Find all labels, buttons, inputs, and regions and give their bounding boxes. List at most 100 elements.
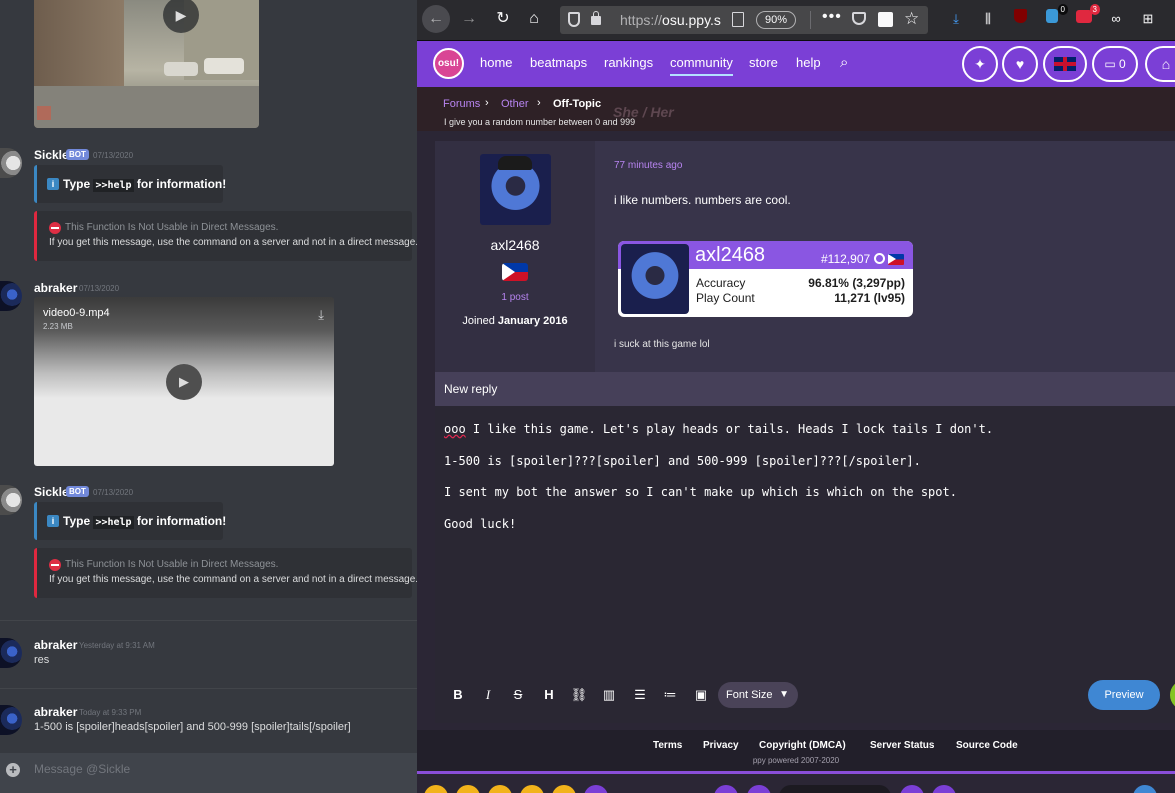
zoom-level[interactable]: 90% — [756, 11, 796, 29]
ordered-list-icon[interactable]: ☰ — [631, 686, 649, 704]
bottom-pill[interactable] — [779, 785, 891, 793]
url-bar[interactable]: https://osu.ppy.s 90% ••• ☆ — [560, 6, 928, 34]
nav-beatmaps[interactable]: beatmaps — [530, 55, 587, 70]
extensions-grid-icon[interactable]: ⊞ — [1137, 8, 1159, 30]
message-text: res — [34, 654, 50, 666]
avatar[interactable] — [0, 485, 22, 515]
reader-view-icon[interactable] — [732, 12, 744, 27]
avatar[interactable] — [0, 638, 22, 668]
avatar[interactable] — [0, 281, 22, 311]
twitter-icon[interactable]: ✦ — [962, 46, 998, 82]
unordered-list-icon[interactable]: ≔ — [661, 686, 679, 704]
footer-link-terms[interactable]: Terms — [653, 740, 682, 751]
bottom-tile[interactable] — [1133, 785, 1157, 793]
library-icon[interactable]: ⫼ — [977, 8, 999, 30]
back-button[interactable]: ← — [422, 5, 450, 33]
reload-button[interactable]: ↻ — [489, 5, 517, 33]
spoilerbox-icon[interactable]: ▥ — [600, 686, 618, 704]
message-timestamp: Yesterday at 9:31 AM — [79, 641, 155, 650]
search-icon[interactable]: ⌕ — [840, 54, 848, 71]
home-button[interactable]: ⌂ — [520, 5, 548, 33]
url-text[interactable]: https://osu.ppy.s — [620, 12, 730, 28]
reply-textarea[interactable]: ooo I like this game. Let's play heads o… — [444, 414, 993, 540]
bottom-tile[interactable] — [714, 785, 738, 793]
breadcrumb-forums[interactable]: Forums — [443, 98, 480, 110]
post-button[interactable] — [1170, 680, 1175, 710]
lock-icon[interactable] — [591, 11, 601, 25]
bottom-tile[interactable] — [456, 785, 480, 793]
post-timestamp[interactable]: 77 minutes ago — [614, 160, 682, 171]
chat-button[interactable]: ▭ 0 — [1092, 46, 1138, 82]
bottom-tile[interactable] — [900, 785, 924, 793]
extension-red-icon[interactable]: 3 — [1073, 4, 1100, 30]
extension-icon[interactable] — [878, 12, 893, 27]
nav-store[interactable]: store — [749, 55, 778, 70]
author-avatar[interactable] — [480, 154, 551, 225]
extension-glasses-icon[interactable]: ∞ — [1105, 8, 1127, 30]
video-preview-top[interactable]: ▶ — [34, 0, 259, 128]
heart-icon[interactable]: ♥ — [1002, 46, 1038, 82]
heading-icon[interactable]: H — [540, 686, 558, 704]
downloads-icon[interactable]: ⤓ — [945, 8, 967, 30]
footer-copyright: ppy powered 2007-2020 — [752, 756, 840, 765]
extension-blue-icon[interactable]: 0 — [1041, 4, 1068, 30]
notifications-button[interactable]: ⌂ — [1145, 46, 1175, 82]
nav-community[interactable]: community — [670, 55, 733, 76]
nav-rankings[interactable]: rankings — [604, 55, 653, 70]
video-attachment[interactable]: video0-9.mp4 2.23 MB ⤓ ▶ — [34, 297, 334, 466]
download-icon[interactable]: ⤓ — [318, 307, 324, 323]
user-signature-card[interactable]: axl2468 #112,907 Accuracy 96.81% (3,297p… — [618, 241, 913, 317]
bottom-tile[interactable] — [424, 785, 448, 793]
bottom-tile[interactable] — [520, 785, 544, 793]
breadcrumb-off-topic[interactable]: Off-Topic — [553, 98, 601, 110]
pocket-icon[interactable] — [852, 12, 866, 25]
bottom-tile[interactable] — [488, 785, 512, 793]
footer-link-dmca[interactable]: Copyright (DMCA) — [759, 740, 846, 751]
philippines-flag-icon[interactable] — [502, 263, 528, 281]
bottom-tile[interactable] — [932, 785, 956, 793]
add-attachment-icon[interactable]: + — [6, 763, 20, 777]
message-input-bar[interactable]: + Message @Sickle — [0, 753, 417, 793]
nav-home[interactable]: home — [480, 55, 513, 70]
footer-link-server-status[interactable]: Server Status — [870, 740, 934, 751]
bottom-tile[interactable] — [552, 785, 576, 793]
author-username[interactable]: axl2468 — [435, 237, 595, 253]
bottom-tile[interactable] — [584, 785, 608, 793]
image-icon[interactable]: ▣ — [692, 686, 710, 704]
author-post-count[interactable]: 1 post — [435, 292, 595, 303]
message-author[interactable]: abraker — [34, 705, 77, 719]
tracking-shield-icon[interactable] — [568, 12, 580, 27]
italic-icon[interactable]: I — [479, 686, 497, 704]
uk-flag-icon — [1054, 57, 1076, 71]
breadcrumb-other[interactable]: Other — [501, 98, 529, 110]
play-icon[interactable]: ▶ — [166, 364, 202, 400]
bookmark-star-icon[interactable]: ☆ — [904, 9, 919, 29]
message-input[interactable]: Message @Sickle — [34, 762, 130, 776]
link-icon[interactable]: ⛓ — [570, 686, 588, 704]
osu-logo[interactable]: osu! — [433, 48, 464, 79]
forward-button[interactable]: → — [455, 5, 483, 33]
strikethrough-icon[interactable]: S — [509, 686, 527, 704]
author-joined: Joined January 2016 — [462, 315, 568, 327]
font-size-select[interactable]: Font Size ▼ — [718, 682, 798, 708]
preview-button[interactable]: Preview — [1088, 680, 1160, 710]
footer-link-privacy[interactable]: Privacy — [703, 740, 739, 751]
ublock-icon[interactable] — [1009, 8, 1031, 30]
avatar[interactable] — [0, 148, 22, 178]
card-accuracy-label: Accuracy — [696, 276, 746, 290]
card-accuracy-value: 96.81% (3,297pp) — [808, 276, 905, 290]
message-author[interactable]: abraker — [34, 281, 77, 295]
footer-link-source-code[interactable]: Source Code — [956, 740, 1018, 751]
message-author[interactable]: Sickle — [34, 485, 69, 499]
avatar[interactable] — [0, 705, 22, 735]
language-button[interactable] — [1043, 46, 1087, 82]
bold-icon[interactable]: B — [449, 686, 467, 704]
page-actions-icon[interactable]: ••• — [822, 8, 842, 26]
message-author[interactable]: Sickle — [34, 148, 69, 162]
bottom-tile[interactable] — [747, 785, 771, 793]
attachment-filename[interactable]: video0-9.mp4 — [43, 307, 110, 319]
nav-help[interactable]: help — [796, 55, 821, 70]
card-rank: #112,907 — [821, 252, 871, 266]
message-author[interactable]: abraker — [34, 638, 77, 652]
reply-line: 1-500 is [spoiler]???[spoiler] and 500-9… — [444, 453, 921, 468]
